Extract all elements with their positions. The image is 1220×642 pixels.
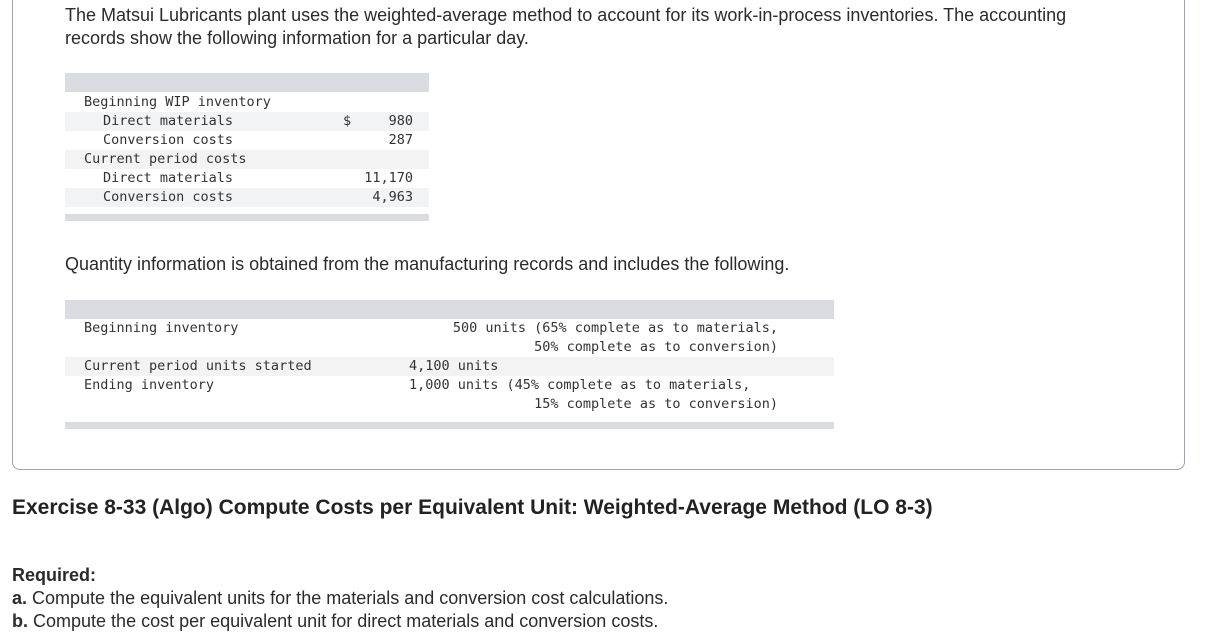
- qty-row-beginning: Beginning inventory 500 units (65% compl…: [65, 319, 834, 357]
- cost-row-current-header: Current period costs: [65, 150, 429, 169]
- bwip-dm-currency: $: [343, 113, 352, 129]
- bwip-cc-label: Conversion costs: [103, 132, 234, 148]
- cost-row-bwip-cc: Conversion costs 287: [65, 131, 429, 150]
- cur-cc-label: Conversion costs: [103, 189, 234, 205]
- cur-dm-value: 11,170: [364, 170, 413, 186]
- required-a-marker: a.: [12, 588, 28, 608]
- required-item-a: a. Compute the equivalent units for the …: [12, 587, 668, 610]
- cost-beginning-header: Beginning WIP inventory: [84, 94, 271, 110]
- required-heading: Required:: [12, 565, 97, 585]
- cost-row-bwip-dm: Direct materials $ 980: [65, 112, 429, 131]
- cost-current-header: Current period costs: [84, 151, 247, 167]
- exercise-title: Exercise 8-33 (Algo) Compute Costs per E…: [12, 496, 933, 519]
- qty-started-label: Current period units started: [84, 358, 312, 374]
- required-b-text: Compute the cost per equivalent unit for…: [33, 611, 659, 631]
- bwip-cc-value: 287: [388, 132, 413, 148]
- cost-row-cur-dm: Direct materials 11,170: [65, 169, 429, 188]
- qty-end-value-line2: 15% complete as to conversion): [534, 396, 778, 412]
- bwip-dm-label: Direct materials: [103, 113, 234, 129]
- quantity-table-footer-bar: [65, 422, 834, 429]
- qty-row-ending: Ending inventory 1,000 units (45% comple…: [65, 376, 834, 414]
- required-section: Required: a. Compute the equivalent unit…: [12, 564, 668, 633]
- cur-dm-label: Direct materials: [103, 170, 234, 186]
- cur-cc-value: 4,963: [372, 189, 413, 205]
- quantity-table: Beginning inventory 500 units (65% compl…: [65, 300, 834, 432]
- cost-row-beginning-header: Beginning WIP inventory: [65, 93, 429, 112]
- cost-table-footer-bar: [65, 214, 429, 221]
- required-a-text: Compute the equivalent units for the mat…: [32, 588, 669, 608]
- qty-beg-label: Beginning inventory: [84, 320, 239, 336]
- qty-end-label: Ending inventory: [84, 377, 215, 393]
- qty-row-started: Current period units started 4,100 units: [65, 357, 834, 376]
- qty-end-value-line1: 1,000 units (45% complete as to material…: [409, 377, 751, 393]
- required-b-marker: b.: [12, 611, 28, 631]
- quantity-intro: Quantity information is obtained from th…: [65, 254, 790, 274]
- quantity-table-header-bar: [65, 300, 834, 319]
- cost-row-cur-cc: Conversion costs 4,963: [65, 188, 429, 207]
- cost-table-header-bar: [65, 73, 429, 92]
- qty-beg-value-line1: 500 units (65% complete as to materials,: [452, 320, 778, 336]
- cost-table: Beginning WIP inventory Direct materials…: [65, 73, 429, 223]
- qty-beg-value-line2: 50% complete as to conversion): [534, 339, 778, 355]
- intro-paragraph: The Matsui Lubricants plant uses the wei…: [65, 5, 1067, 48]
- qty-started-value: 4,100 units: [409, 358, 499, 374]
- required-item-b: b. Compute the cost per equivalent unit …: [12, 610, 668, 633]
- bwip-dm-value: 980: [388, 113, 413, 129]
